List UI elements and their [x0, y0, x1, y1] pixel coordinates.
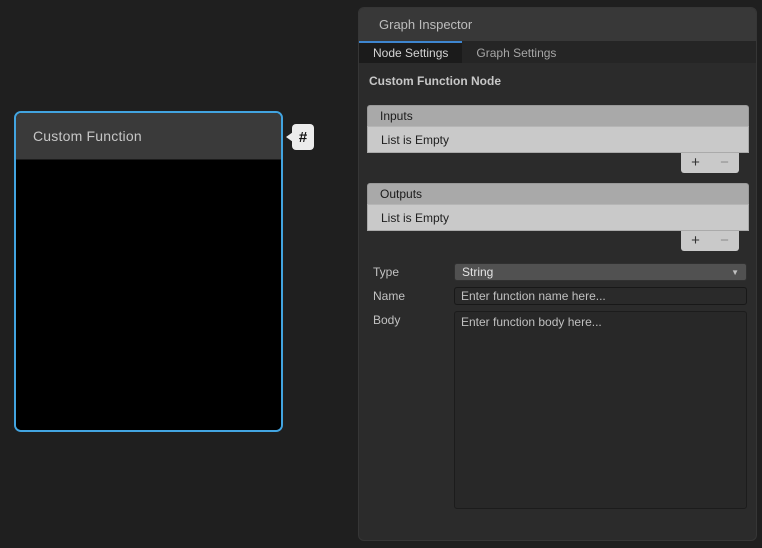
tab-node-settings-label: Node Settings: [373, 46, 448, 60]
body-label: Body: [367, 311, 454, 327]
panel-title: Graph Inspector: [379, 17, 472, 32]
panel-header[interactable]: Graph Inspector: [359, 8, 756, 41]
type-label: Type: [367, 263, 454, 279]
custom-function-node[interactable]: Custom Function: [14, 111, 283, 432]
tab-graph-settings[interactable]: Graph Settings: [462, 41, 570, 63]
node-settings-content: Custom Function Node Inputs List is Empt…: [359, 63, 756, 540]
outputs-list: Outputs List is Empty + −: [367, 183, 749, 251]
shader-graph-canvas: Custom Function # Graph Inspector Node S…: [0, 0, 762, 548]
inputs-list-header[interactable]: Inputs: [367, 105, 749, 126]
chevron-down-icon: ▼: [731, 268, 739, 277]
outputs-list-header-label: Outputs: [380, 187, 422, 201]
section-title: Custom Function Node: [367, 74, 747, 88]
inputs-list: Inputs List is Empty + −: [367, 105, 749, 173]
inputs-list-empty-row: List is Empty: [367, 126, 749, 153]
node-hash-badge[interactable]: #: [292, 124, 314, 150]
inputs-add-button[interactable]: +: [683, 154, 708, 172]
name-row: Name: [367, 287, 747, 305]
inputs-empty-label: List is Empty: [381, 133, 449, 147]
type-dropdown-value: String: [462, 265, 493, 279]
outputs-list-empty-row: List is Empty: [367, 204, 749, 231]
outputs-footer-box: + −: [681, 231, 739, 251]
inputs-list-footer: + −: [367, 153, 749, 173]
node-preview-area: [16, 160, 281, 432]
node-title: Custom Function: [33, 128, 142, 144]
tab-node-settings[interactable]: Node Settings: [359, 41, 462, 63]
outputs-add-button[interactable]: +: [683, 232, 708, 250]
function-form: Type String ▼ Name Body: [367, 263, 747, 509]
name-label: Name: [367, 287, 454, 303]
inputs-footer-box: + −: [681, 153, 739, 173]
node-title-bar[interactable]: Custom Function: [16, 113, 281, 160]
graph-inspector-panel: Graph Inspector Node Settings Graph Sett…: [358, 7, 757, 541]
function-name-input[interactable]: [454, 287, 747, 305]
tab-graph-settings-label: Graph Settings: [476, 46, 556, 60]
body-row: Body: [367, 311, 747, 509]
outputs-remove-button[interactable]: −: [712, 232, 737, 250]
type-row: Type String ▼: [367, 263, 747, 281]
outputs-list-footer: + −: [367, 231, 749, 251]
inputs-remove-button[interactable]: −: [712, 154, 737, 172]
outputs-list-header[interactable]: Outputs: [367, 183, 749, 204]
inputs-list-header-label: Inputs: [380, 109, 413, 123]
function-body-input[interactable]: [454, 311, 747, 509]
type-dropdown[interactable]: String ▼: [454, 263, 747, 281]
hash-icon: #: [299, 129, 307, 146]
inspector-tabbar: Node Settings Graph Settings: [359, 41, 756, 63]
outputs-empty-label: List is Empty: [381, 211, 449, 225]
